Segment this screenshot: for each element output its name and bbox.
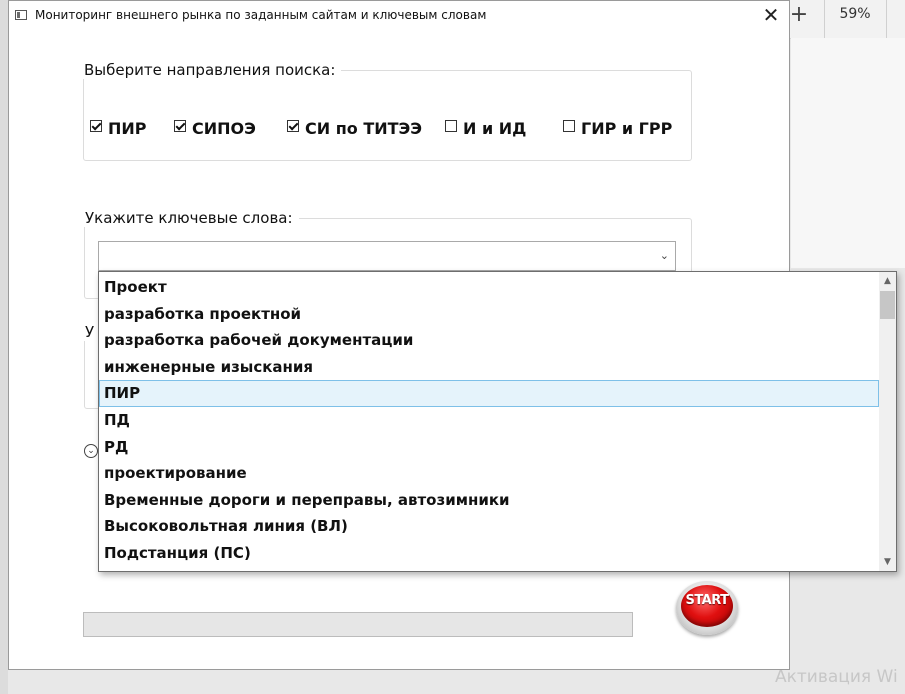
dropdown-option[interactable]: РД (99, 434, 879, 461)
toolbar-separator (886, 0, 887, 38)
checkbox-label: СИПОЭ (192, 119, 256, 138)
dropdown-option[interactable]: ПД (99, 407, 879, 434)
dropdown-options: Проект разработка проектной разработка раб… (99, 274, 879, 567)
scroll-up-arrow-icon[interactable]: ▲ (879, 274, 896, 288)
checkbox-sipoe[interactable]: СИПОЭ (174, 119, 256, 138)
keywords-combobox[interactable]: ⌄ (98, 241, 676, 271)
zoom-level: 59% (839, 6, 871, 22)
checkbox-label: И и ИД (463, 119, 527, 138)
start-button-label: START (685, 593, 729, 608)
window-title: Мониторинг внешнего рынка по заданным са… (35, 8, 487, 22)
checkbox-icon[interactable] (445, 119, 457, 132)
checkbox-gir-grr[interactable]: ГИР и ГРР (563, 119, 672, 138)
dropdown-option[interactable]: Высоковольтная линия (ВЛ) (99, 513, 879, 540)
scroll-thumb[interactable] (880, 291, 895, 319)
dropdown-option[interactable]: ПИР (99, 380, 879, 407)
dropdown-option[interactable]: Временные дороги и переправы, автозимник… (99, 487, 879, 514)
third-group-legend: У (85, 323, 95, 341)
checkbox-pir[interactable]: ПИР (90, 119, 147, 138)
expander-chevron-icon[interactable]: ⌄ (84, 444, 98, 458)
checkbox-label: ГИР и ГРР (581, 119, 673, 138)
checkbox-si-titee[interactable]: СИ по ТИТЭЭ (287, 119, 422, 138)
dropdown-option[interactable]: Проект (99, 274, 879, 301)
progress-bar (83, 612, 633, 637)
chevron-down-icon[interactable]: ⌄ (660, 249, 669, 262)
keywords-legend: Укажите ключевые слова: (85, 209, 293, 227)
dropdown-option[interactable]: проектирование (99, 460, 879, 487)
directions-legend: Выберите направления поиска: (84, 61, 336, 79)
checkbox-icon[interactable] (563, 119, 575, 132)
start-button[interactable]: START (676, 579, 738, 637)
checkbox-icon[interactable] (287, 119, 299, 132)
keywords-dropdown-list[interactable]: Проект разработка проектной разработка раб… (98, 271, 897, 572)
scroll-down-arrow-icon[interactable]: ▼ (879, 555, 896, 569)
checkbox-i-id[interactable]: И и ИД (445, 119, 526, 138)
title-bar[interactable]: Мониторинг внешнего рынка по заданным са… (9, 1, 789, 31)
windows-activation-watermark: Активация Wi (775, 667, 898, 687)
checkbox-label: ПИР (108, 119, 147, 138)
background-panel (791, 38, 905, 268)
dropdown-scrollbar[interactable]: ▲ ▼ (879, 272, 896, 571)
app-icon (15, 10, 27, 20)
dropdown-option[interactable]: Подстанция (ПС) (99, 540, 879, 567)
checkbox-icon[interactable] (174, 119, 186, 132)
checkbox-icon[interactable] (90, 119, 102, 132)
toolbar-separator (824, 0, 825, 38)
dropdown-option[interactable]: инженерные изыскания (99, 354, 879, 381)
background-left-strip (0, 0, 8, 694)
zoom-in-icon[interactable]: + (788, 4, 810, 26)
close-button[interactable]: ✕ (753, 1, 789, 31)
dropdown-option[interactable]: разработка рабочей документации (99, 327, 879, 354)
dropdown-option[interactable]: разработка проектной (99, 301, 879, 328)
directions-group: Выберите направления поиска: (83, 61, 692, 161)
checkbox-label: СИ по ТИТЭЭ (305, 119, 423, 138)
